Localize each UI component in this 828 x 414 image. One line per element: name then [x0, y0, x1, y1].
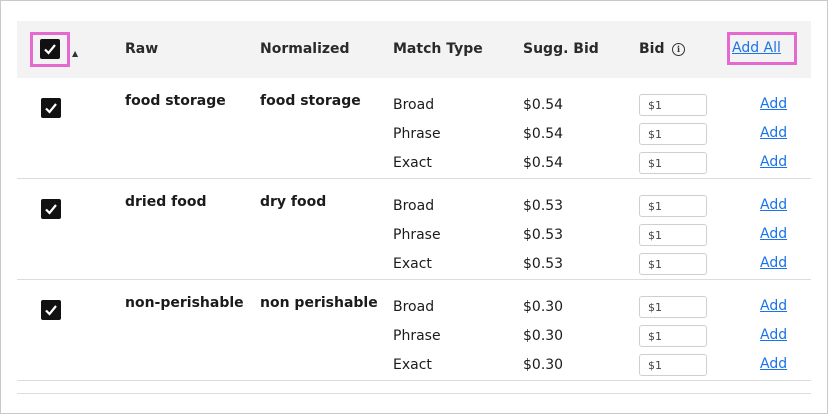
add-link[interactable]: Add [760, 154, 787, 170]
suggested-bid: $0.30 [523, 299, 564, 315]
bid-input[interactable] [639, 296, 707, 318]
bid-input[interactable] [639, 123, 707, 145]
add-all-link[interactable]: Add All [732, 40, 781, 56]
header-raw[interactable]: Raw [125, 41, 158, 57]
table-row: Broad $0.53 Add [17, 193, 811, 222]
info-icon[interactable]: i [672, 43, 685, 56]
add-link[interactable]: Add [760, 125, 787, 141]
bid-input[interactable] [639, 224, 707, 246]
match-type: Broad [393, 97, 435, 113]
table-row: Broad $0.54 Add [17, 92, 811, 121]
suggested-bid: $0.54 [523, 155, 564, 171]
select-all-checkbox[interactable] [40, 39, 60, 59]
bid-input[interactable] [639, 253, 707, 275]
suggested-bid: $0.54 [523, 126, 564, 142]
sort-caret-icon[interactable]: ▲ [72, 49, 78, 58]
table-row: Exact $0.53 Add [17, 251, 811, 280]
suggested-bid: $0.53 [523, 227, 564, 243]
add-link[interactable]: Add [760, 96, 787, 112]
match-type: Phrase [393, 328, 441, 344]
table-row: Broad $0.30 Add [17, 294, 811, 323]
match-type: Broad [393, 299, 435, 315]
table-row: Phrase $0.54 Add [17, 121, 811, 150]
add-link[interactable]: Add [760, 226, 787, 242]
bid-input[interactable] [639, 195, 707, 217]
add-link[interactable]: Add [760, 356, 787, 372]
suggested-bid: $0.53 [523, 256, 564, 272]
bid-input[interactable] [639, 325, 707, 347]
table-row: Exact $0.30 Add [17, 352, 811, 381]
suggested-bid: $0.30 [523, 328, 564, 344]
checkmark-icon [44, 44, 56, 55]
keyword-table: ▲ Raw Normalized Match Type Sugg. Bid Bi… [17, 21, 811, 394]
match-type: Phrase [393, 227, 441, 243]
table-row: Exact $0.54 Add [17, 150, 811, 179]
table-row: Phrase $0.53 Add [17, 222, 811, 251]
suggested-bid: $0.54 [523, 97, 564, 113]
match-type: Broad [393, 198, 435, 214]
suggested-bid: $0.30 [523, 357, 564, 373]
match-type: Exact [393, 357, 432, 373]
header-normalized[interactable]: Normalized [260, 41, 350, 57]
bid-input[interactable] [639, 354, 707, 376]
table-header: ▲ Raw Normalized Match Type Sugg. Bid Bi… [17, 21, 811, 78]
match-type: Phrase [393, 126, 441, 142]
keyword-group: food storagefood storageBroad$0.54AddPhr… [17, 78, 811, 179]
header-match-type[interactable]: Match Type [393, 41, 483, 57]
table-row: Phrase $0.30 Add [17, 323, 811, 352]
header-sugg-bid[interactable]: Sugg. Bid [523, 41, 599, 57]
keyword-group: dried fooddry foodBroad$0.53AddPhrase$0.… [17, 179, 811, 280]
add-link[interactable]: Add [760, 298, 787, 314]
add-link[interactable]: Add [760, 197, 787, 213]
header-bid: Bid [639, 41, 665, 57]
add-link[interactable]: Add [760, 255, 787, 271]
match-type: Exact [393, 256, 432, 272]
bid-input[interactable] [639, 152, 707, 174]
match-type: Exact [393, 155, 432, 171]
suggested-bid: $0.53 [523, 198, 564, 214]
bid-input[interactable] [639, 94, 707, 116]
add-link[interactable]: Add [760, 327, 787, 343]
keyword-group: non-perishablenon perishableBroad$0.30Ad… [17, 280, 811, 381]
